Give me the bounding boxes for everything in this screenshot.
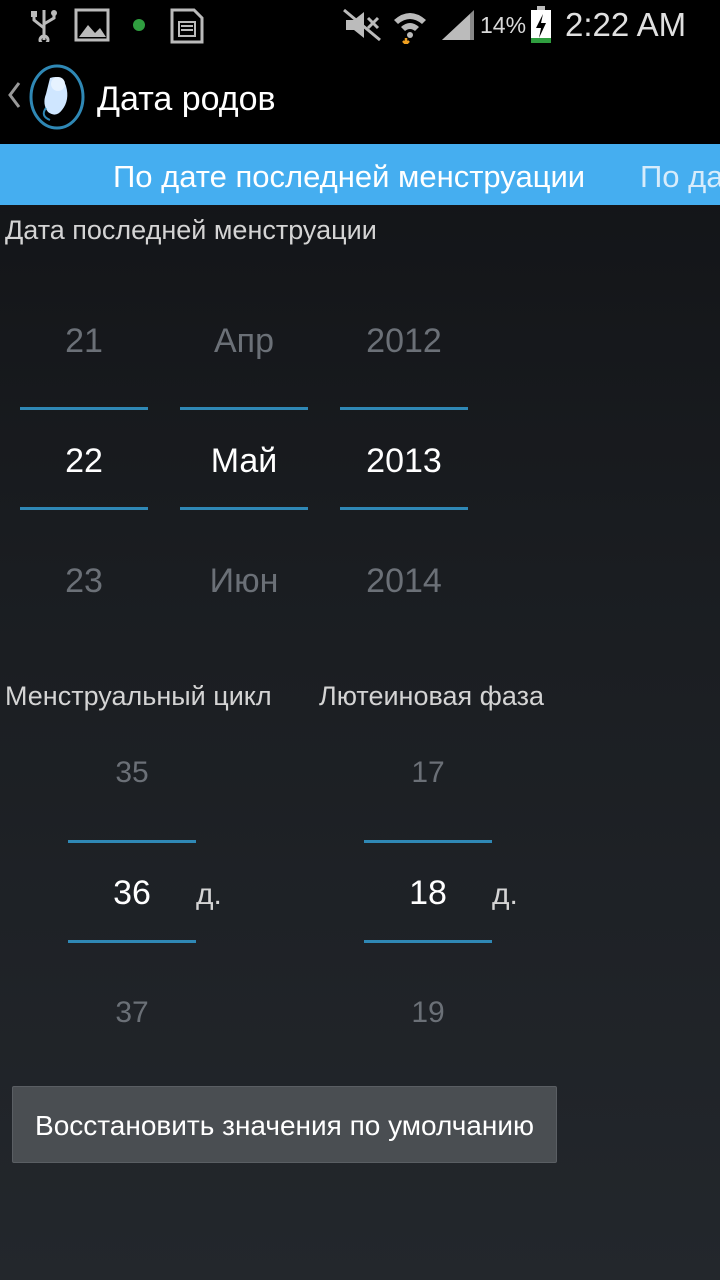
cycle-next[interactable]: 37 bbox=[68, 996, 196, 1030]
action-bar: Дата родов bbox=[0, 50, 720, 144]
page-title: Дата родов bbox=[97, 80, 276, 118]
last-period-date-label: Дата последней менструации bbox=[5, 215, 377, 245]
picker-divider bbox=[364, 840, 492, 843]
reset-defaults-button[interactable]: Восстановить значения по умолчанию bbox=[12, 1086, 557, 1163]
signal-icon bbox=[440, 8, 476, 47]
picker-divider bbox=[20, 507, 148, 510]
back-chevron-icon[interactable] bbox=[6, 80, 22, 115]
picker-divider bbox=[180, 507, 308, 510]
picker-divider bbox=[340, 507, 468, 510]
year-value[interactable]: 2013 bbox=[340, 442, 468, 481]
luteal-label: Лютеиновая фаза bbox=[319, 681, 544, 711]
status-bar: 14% 2:22 AM bbox=[0, 0, 720, 50]
month-prev[interactable]: Апр bbox=[180, 322, 308, 361]
sd-card-icon bbox=[170, 8, 204, 49]
cycle-label: Менструальный цикл bbox=[5, 681, 272, 711]
year-next[interactable]: 2014 bbox=[340, 562, 468, 601]
cycle-unit: д. bbox=[196, 878, 222, 911]
app-logo-fetus-icon[interactable] bbox=[28, 64, 86, 135]
month-picker[interactable]: Апр Май Июн bbox=[180, 300, 308, 620]
wifi-icon bbox=[392, 8, 428, 49]
luteal-unit: д. bbox=[492, 878, 518, 911]
cycle-picker[interactable]: 35 36 37 bbox=[68, 740, 196, 1040]
picker-divider bbox=[68, 940, 196, 943]
mute-icon bbox=[342, 8, 382, 47]
cycle-value[interactable]: 36 bbox=[68, 874, 196, 913]
tab-by-last-period[interactable]: По дате последней менструации bbox=[113, 144, 585, 205]
luteal-picker[interactable]: 17 18 19 bbox=[364, 740, 492, 1040]
day-value[interactable]: 22 bbox=[20, 442, 148, 481]
picker-divider bbox=[68, 840, 196, 843]
battery-percent: 14% bbox=[480, 12, 527, 38]
luteal-prev[interactable]: 17 bbox=[364, 756, 492, 790]
battery-charging-icon bbox=[530, 6, 552, 49]
month-value[interactable]: Май bbox=[180, 442, 308, 481]
day-next[interactable]: 23 bbox=[20, 562, 148, 601]
day-prev[interactable]: 21 bbox=[20, 322, 148, 361]
cycle-prev[interactable]: 35 bbox=[68, 756, 196, 790]
year-prev[interactable]: 2012 bbox=[340, 322, 468, 361]
day-picker[interactable]: 21 22 23 bbox=[20, 300, 148, 620]
picker-divider bbox=[180, 407, 308, 410]
picker-divider bbox=[340, 407, 468, 410]
luteal-next[interactable]: 19 bbox=[364, 996, 492, 1030]
picker-divider bbox=[364, 940, 492, 943]
gallery-icon bbox=[74, 8, 110, 47]
notification-dot-icon bbox=[132, 18, 146, 37]
usb-icon bbox=[30, 8, 58, 47]
tab-strip: По дате последней менструации По да bbox=[0, 144, 720, 205]
month-next[interactable]: Июн bbox=[180, 562, 308, 601]
luteal-value[interactable]: 18 bbox=[364, 874, 492, 913]
picker-divider bbox=[20, 407, 148, 410]
year-picker[interactable]: 2012 2013 2014 bbox=[340, 300, 468, 620]
tab-by-other[interactable]: По да bbox=[640, 144, 720, 205]
status-time: 2:22 AM bbox=[565, 6, 687, 43]
